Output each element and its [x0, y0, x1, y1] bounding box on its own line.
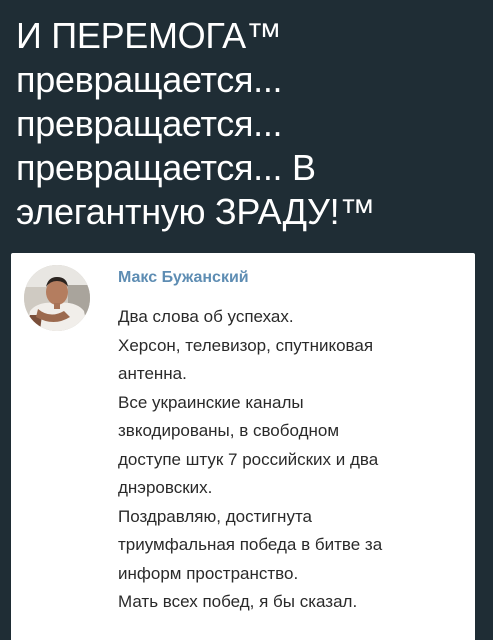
user-photo-avatar-icon: [24, 265, 90, 331]
post-text-line: Мать всех побед, я бы сказал.: [118, 592, 358, 611]
avatar[interactable]: [24, 265, 90, 331]
post-text-line: Все украинские каналы: [118, 392, 304, 412]
headline-line: И ПЕРЕМОГА™: [16, 15, 282, 56]
post-text-line: Поздравляю, достигнута: [118, 506, 312, 526]
post-text-line: звкодированы, в свободном: [118, 421, 340, 440]
post-text-line: днэровских.: [118, 478, 213, 497]
post-text-line: антенна.: [118, 364, 187, 383]
post-text-line: доступе штук 7 российских и два: [118, 449, 379, 469]
author-name[interactable]: Макс Бужанский: [118, 269, 249, 287]
headline-line: превращается...: [16, 103, 283, 144]
headline-line: элегантную ЗРАДУ!™: [16, 191, 376, 232]
post-text-line: информ пространство.: [118, 563, 299, 583]
post-text: Два слова об успехах. Херсон, телевизор,…: [118, 303, 468, 617]
meme-headline: И ПЕРЕМОГА™ превращается... превращается…: [16, 14, 481, 234]
post-text-line: Херсон, телевизор, спутниковая: [118, 335, 374, 355]
headline-line: превращается...: [16, 59, 283, 100]
post-text-line: триумфальная победа в битве за: [118, 535, 383, 554]
social-post-card: Макс Бужанский Два слова об успехах. Хер…: [11, 253, 475, 640]
post-text-line: Два слова об успехах.: [118, 307, 294, 326]
headline-line: превращается... В: [16, 147, 316, 188]
